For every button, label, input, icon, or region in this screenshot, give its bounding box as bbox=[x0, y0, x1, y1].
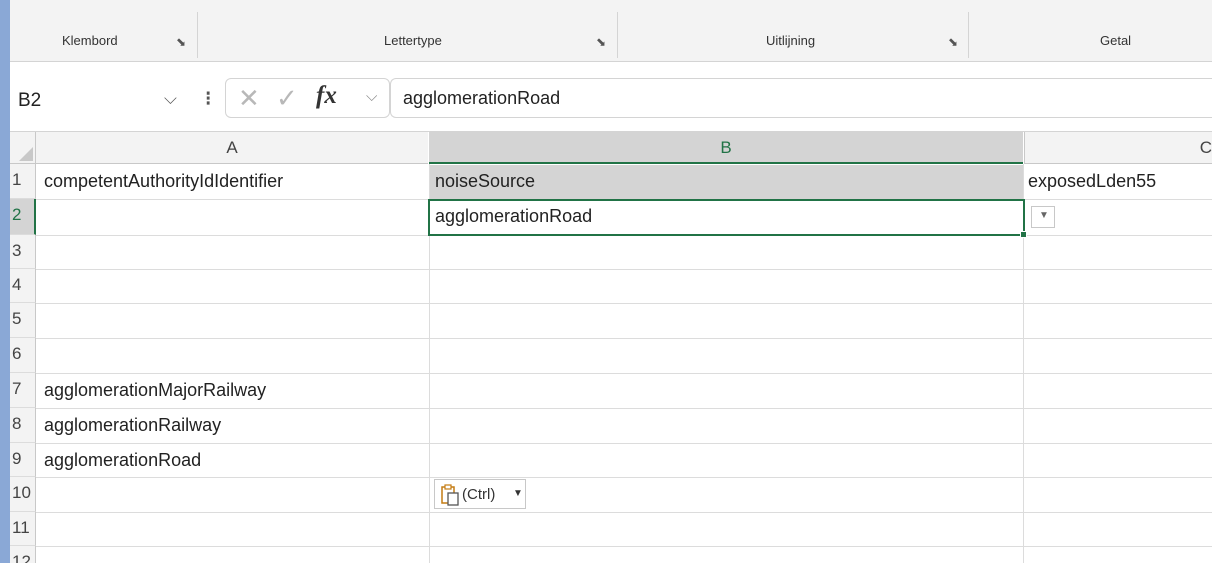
enter-check-icon[interactable]: ✓ bbox=[276, 83, 298, 114]
row-header-11[interactable]: 11 bbox=[10, 512, 36, 546]
cell-a7[interactable]: agglomerationMajorRailway bbox=[44, 380, 266, 401]
chevron-down-icon[interactable]: ⌵ bbox=[366, 88, 377, 105]
row-header-10[interactable]: 10 bbox=[10, 477, 36, 512]
cell-a9[interactable]: agglomerationRoad bbox=[44, 450, 201, 471]
name-box[interactable]: B2 ⌵ bbox=[14, 84, 199, 116]
grid-line bbox=[36, 477, 1212, 478]
group-separator bbox=[617, 12, 618, 58]
paste-options-label: (Ctrl) bbox=[462, 486, 496, 503]
row-header-7[interactable]: 7 bbox=[10, 373, 36, 408]
cell-c1[interactable]: exposedLden55 bbox=[1028, 171, 1156, 192]
cell-a8[interactable]: agglomerationRailway bbox=[44, 415, 221, 436]
window-frame bbox=[0, 0, 10, 563]
group-label-clipboard: Klembord bbox=[62, 33, 118, 48]
paste-options-button[interactable]: (Ctrl) ▼ bbox=[434, 479, 526, 509]
active-cell-selection[interactable] bbox=[428, 199, 1027, 238]
select-all-triangle-icon bbox=[19, 147, 33, 161]
row-header-1[interactable]: 1 bbox=[10, 164, 36, 199]
column-header-a[interactable]: A bbox=[36, 132, 428, 164]
select-all-button[interactable] bbox=[10, 132, 36, 164]
fill-handle[interactable] bbox=[1020, 231, 1027, 238]
grid-line bbox=[36, 443, 1212, 444]
formula-buttons: ✕ ✓ fx ⌵ bbox=[225, 78, 390, 118]
grid-line bbox=[36, 373, 1212, 374]
group-label-number: Getal bbox=[1100, 33, 1132, 48]
cell-a1[interactable]: competentAuthorityIdIdentifier bbox=[44, 171, 283, 192]
row-header-8[interactable]: 8 bbox=[10, 408, 36, 443]
clipboard-dialog-launcher-icon[interactable]: ⬊ bbox=[176, 35, 186, 49]
font-dialog-launcher-icon[interactable]: ⬊ bbox=[596, 35, 606, 49]
validation-dropdown-button[interactable]: ▼ bbox=[1031, 206, 1055, 228]
insert-function-icon[interactable]: fx bbox=[316, 82, 337, 110]
formula-text: agglomerationRoad bbox=[403, 88, 561, 108]
more-options-icon[interactable]: ⁝ bbox=[205, 86, 211, 111]
column-header-c[interactable]: C bbox=[1024, 132, 1212, 164]
clipboard-paste-icon bbox=[441, 484, 459, 506]
group-separator bbox=[968, 12, 969, 58]
row-header-6[interactable]: 6 bbox=[10, 338, 36, 373]
grid-line bbox=[36, 269, 1212, 270]
ribbon: Klembord ⬊ Lettertype ⬊ Uitlijning ⬊ Get… bbox=[10, 0, 1212, 62]
grid-line bbox=[36, 408, 1212, 409]
formula-input[interactable]: agglomerationRoad bbox=[390, 78, 1212, 118]
grid-line bbox=[36, 512, 1212, 513]
row-header-12[interactable]: 12 bbox=[10, 546, 36, 563]
column-header-b[interactable]: B bbox=[429, 132, 1023, 164]
formula-bar: B2 ⌵ ⁝ ✕ ✓ fx ⌵ agglomerationRoad bbox=[10, 62, 1212, 132]
dropdown-arrow-icon: ▼ bbox=[1039, 210, 1049, 221]
group-label-alignment: Uitlijning bbox=[766, 33, 816, 48]
group-separator bbox=[197, 12, 198, 58]
chevron-down-icon: ▼ bbox=[513, 488, 523, 499]
row-header-4[interactable]: 4 bbox=[10, 269, 36, 303]
group-label-font: Lettertype bbox=[384, 33, 442, 48]
row-header-9[interactable]: 9 bbox=[10, 443, 36, 477]
cancel-icon[interactable]: ✕ bbox=[238, 83, 260, 114]
row-header-5[interactable]: 5 bbox=[10, 303, 36, 338]
grid-line bbox=[36, 303, 1212, 304]
name-box-value: B2 bbox=[18, 90, 42, 111]
chevron-down-icon[interactable]: ⌵ bbox=[164, 89, 177, 109]
alignment-dialog-launcher-icon[interactable]: ⬊ bbox=[948, 35, 958, 49]
row-header-3[interactable]: 3 bbox=[10, 235, 36, 269]
cell-b1[interactable]: noiseSource bbox=[435, 171, 535, 192]
grid-line bbox=[36, 338, 1212, 339]
grid-line bbox=[36, 546, 1212, 547]
row-header-2[interactable]: 2 bbox=[10, 199, 36, 235]
